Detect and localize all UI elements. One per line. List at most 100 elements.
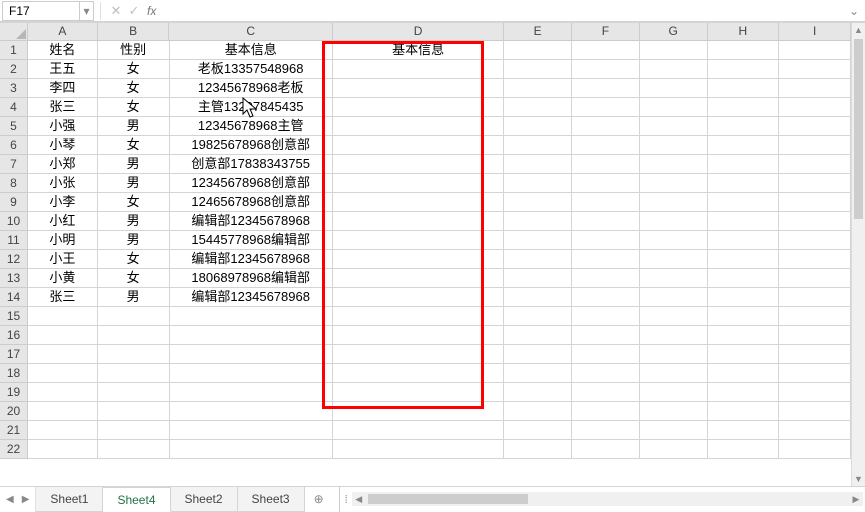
- cell[interactable]: 女: [98, 98, 170, 117]
- cell[interactable]: [504, 193, 572, 212]
- cell[interactable]: [572, 41, 640, 60]
- cell[interactable]: [504, 421, 572, 440]
- cell[interactable]: [170, 440, 333, 459]
- cell[interactable]: [333, 117, 504, 136]
- cell[interactable]: [779, 250, 851, 269]
- cell[interactable]: 12345678968创意部: [170, 174, 333, 193]
- row-header[interactable]: 15: [0, 307, 28, 326]
- cell[interactable]: [779, 288, 851, 307]
- cell[interactable]: 小明: [28, 231, 98, 250]
- cell[interactable]: [640, 364, 708, 383]
- cell[interactable]: [708, 212, 780, 231]
- cell[interactable]: [98, 421, 170, 440]
- cell[interactable]: 创意部17838343755: [170, 155, 333, 174]
- cell[interactable]: 19825678968创意部: [170, 136, 333, 155]
- cell[interactable]: 女: [98, 79, 170, 98]
- scroll-thumb[interactable]: [368, 494, 528, 504]
- cell[interactable]: 女: [98, 269, 170, 288]
- cell[interactable]: [708, 155, 780, 174]
- cell[interactable]: [333, 98, 504, 117]
- cell[interactable]: [640, 117, 708, 136]
- cell[interactable]: [779, 174, 851, 193]
- cell[interactable]: [779, 383, 851, 402]
- cell[interactable]: [504, 307, 572, 326]
- cell[interactable]: [504, 402, 572, 421]
- cell[interactable]: [333, 326, 504, 345]
- cell[interactable]: [98, 364, 170, 383]
- cell[interactable]: [333, 79, 504, 98]
- cell[interactable]: [640, 269, 708, 288]
- cell[interactable]: [28, 402, 98, 421]
- row-header[interactable]: 13: [0, 269, 28, 288]
- cell[interactable]: [98, 440, 170, 459]
- col-header-A[interactable]: A: [28, 23, 98, 41]
- cell[interactable]: [640, 193, 708, 212]
- row-header[interactable]: 14: [0, 288, 28, 307]
- sheet-tab[interactable]: Sheet1: [36, 487, 103, 512]
- cell[interactable]: [333, 136, 504, 155]
- cell[interactable]: [572, 155, 640, 174]
- cell[interactable]: 小张: [28, 174, 98, 193]
- cell[interactable]: [708, 136, 780, 155]
- cell[interactable]: [572, 402, 640, 421]
- cell[interactable]: [333, 364, 504, 383]
- col-header-F[interactable]: F: [572, 23, 640, 41]
- cell[interactable]: 男: [98, 117, 170, 136]
- cell[interactable]: [170, 383, 333, 402]
- cell[interactable]: [572, 307, 640, 326]
- cell[interactable]: 张三: [28, 288, 98, 307]
- cell[interactable]: [779, 326, 851, 345]
- row-header[interactable]: 10: [0, 212, 28, 231]
- cell[interactable]: [779, 402, 851, 421]
- tab-next-icon[interactable]: ▶: [22, 494, 30, 505]
- row-header[interactable]: 6: [0, 136, 28, 155]
- cell[interactable]: [170, 345, 333, 364]
- cell[interactable]: [708, 345, 780, 364]
- select-all-corner[interactable]: [0, 23, 28, 41]
- scroll-down-icon[interactable]: ▼: [852, 472, 865, 486]
- name-box-dropdown[interactable]: ▾: [80, 1, 94, 21]
- cell[interactable]: [640, 212, 708, 231]
- cell[interactable]: [333, 269, 504, 288]
- cell[interactable]: 15445778968编辑部: [170, 231, 333, 250]
- cell[interactable]: [708, 98, 780, 117]
- cell[interactable]: 女: [98, 136, 170, 155]
- cell[interactable]: [708, 117, 780, 136]
- cell[interactable]: 编辑部12345678968: [170, 288, 333, 307]
- cell[interactable]: 小强: [28, 117, 98, 136]
- formula-input[interactable]: [162, 1, 845, 21]
- col-header-H[interactable]: H: [708, 23, 780, 41]
- cell[interactable]: [779, 60, 851, 79]
- col-header-E[interactable]: E: [504, 23, 572, 41]
- row-header[interactable]: 18: [0, 364, 28, 383]
- cell[interactable]: [779, 345, 851, 364]
- col-header-G[interactable]: G: [640, 23, 708, 41]
- cell[interactable]: [640, 79, 708, 98]
- cell[interactable]: [333, 250, 504, 269]
- cell[interactable]: 男: [98, 155, 170, 174]
- cell[interactable]: [98, 307, 170, 326]
- cell[interactable]: [504, 136, 572, 155]
- cell[interactable]: [779, 193, 851, 212]
- cell[interactable]: [708, 402, 780, 421]
- cell[interactable]: [640, 288, 708, 307]
- cell[interactable]: [640, 383, 708, 402]
- expand-formula-bar-icon[interactable]: ⌄: [845, 4, 863, 18]
- cell[interactable]: [779, 136, 851, 155]
- cell[interactable]: [708, 383, 780, 402]
- cell[interactable]: [708, 364, 780, 383]
- cell[interactable]: [640, 60, 708, 79]
- cell[interactable]: [779, 421, 851, 440]
- row-header[interactable]: 12: [0, 250, 28, 269]
- cell[interactable]: [572, 421, 640, 440]
- row-header[interactable]: 16: [0, 326, 28, 345]
- row-header[interactable]: 3: [0, 79, 28, 98]
- cell[interactable]: [504, 440, 572, 459]
- cell[interactable]: [779, 440, 851, 459]
- cell[interactable]: [708, 231, 780, 250]
- cell[interactable]: [640, 402, 708, 421]
- cell[interactable]: [708, 307, 780, 326]
- cell[interactable]: [504, 269, 572, 288]
- cell[interactable]: [333, 307, 504, 326]
- cell[interactable]: [572, 98, 640, 117]
